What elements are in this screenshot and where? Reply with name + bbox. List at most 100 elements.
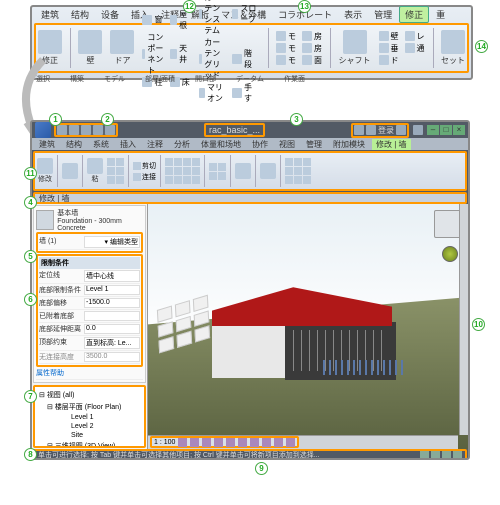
window-button[interactable]: 窗 bbox=[142, 9, 163, 31]
browser-root[interactable]: ⊟ 视图 (all) bbox=[37, 389, 142, 401]
properties-tool[interactable] bbox=[62, 163, 78, 179]
tab-architecture[interactable]: 建筑 bbox=[36, 7, 64, 22]
model-line-button[interactable]: モ bbox=[276, 43, 296, 54]
filter-icon[interactable] bbox=[453, 451, 462, 460]
tab-modify[interactable]: 修正 bbox=[399, 6, 429, 23]
tab-collab[interactable]: 协作 bbox=[248, 139, 272, 150]
slope-button[interactable]: スロープ bbox=[232, 0, 259, 36]
top-constraint-input[interactable]: 直到标高: Le... bbox=[84, 337, 140, 349]
render-icon[interactable] bbox=[226, 438, 235, 447]
tab-manage[interactable]: 管理 bbox=[369, 7, 397, 22]
tab-arch[interactable]: 建筑 bbox=[35, 139, 59, 150]
tab-annot[interactable]: 注释 bbox=[143, 139, 167, 150]
base-constraint-input[interactable]: Level 1 bbox=[84, 285, 140, 295]
modify-button[interactable]: 修正 bbox=[38, 30, 62, 66]
create-tool[interactable] bbox=[260, 163, 276, 179]
redo-icon[interactable] bbox=[93, 125, 103, 135]
close-button[interactable]: × bbox=[453, 125, 465, 135]
crop-icon[interactable] bbox=[238, 438, 247, 447]
base-attached-input[interactable] bbox=[84, 311, 140, 321]
base-extension-input[interactable]: 0.0 bbox=[84, 324, 140, 334]
type-preview-icon[interactable] bbox=[36, 210, 54, 230]
cloud-icon[interactable] bbox=[396, 125, 406, 135]
save-icon[interactable] bbox=[69, 125, 79, 135]
3d-viewport[interactable]: 1 : 100 bbox=[147, 204, 468, 449]
view-cube[interactable] bbox=[434, 210, 462, 238]
sun-path-icon[interactable] bbox=[202, 438, 211, 447]
temp-hide-icon[interactable] bbox=[274, 438, 283, 447]
model-group-button[interactable]: モ bbox=[276, 55, 296, 66]
minimize-button[interactable]: – bbox=[427, 125, 439, 135]
tab-struct[interactable]: 结构 bbox=[62, 139, 86, 150]
cut-geom[interactable]: 剪切 bbox=[133, 161, 156, 171]
shadows-icon[interactable] bbox=[214, 438, 223, 447]
view-site[interactable]: Site bbox=[37, 431, 142, 440]
tab-systems[interactable]: 设备 bbox=[96, 7, 124, 22]
design-options-icon[interactable] bbox=[431, 451, 440, 460]
nav-wheel-icon[interactable] bbox=[442, 246, 458, 262]
constraints-group[interactable]: 限制条件 bbox=[39, 257, 140, 269]
properties-help-link[interactable]: 属性帮助 bbox=[36, 368, 81, 378]
area-button[interactable]: 面 bbox=[302, 55, 322, 66]
ceiling-button[interactable]: 天井 bbox=[170, 32, 191, 76]
view-level2[interactable]: Level 2 bbox=[37, 422, 142, 431]
join-geom[interactable]: 连接 bbox=[133, 172, 156, 182]
tab-mass[interactable]: 体量和场地 bbox=[197, 139, 245, 150]
reveal-icon[interactable] bbox=[286, 438, 295, 447]
callout-9: 9 bbox=[255, 462, 268, 475]
set-button[interactable]: セット bbox=[441, 30, 465, 66]
paste-tool[interactable]: 粘 bbox=[87, 158, 103, 184]
wall-button[interactable]: 壁 bbox=[78, 30, 102, 66]
help-icon[interactable] bbox=[413, 125, 423, 135]
component-button[interactable]: コンポーネント bbox=[142, 32, 163, 76]
crop-region-icon[interactable] bbox=[250, 438, 259, 447]
tab-insert2[interactable]: 插入 bbox=[116, 139, 140, 150]
model-text-button[interactable]: モ bbox=[276, 31, 296, 42]
scale-value[interactable]: 1 : 100 bbox=[154, 439, 175, 446]
room-tag-button[interactable]: 房 bbox=[302, 43, 322, 54]
detail-level-icon[interactable] bbox=[178, 438, 187, 447]
select-links-icon[interactable] bbox=[442, 451, 451, 460]
wall-opening-button[interactable]: 壁 bbox=[379, 31, 399, 42]
type-selector[interactable]: 墙 (1) ▾ 编辑类型 bbox=[39, 235, 140, 250]
user-icon[interactable] bbox=[366, 125, 376, 135]
3d-view-node[interactable]: ⊟ 三维视图 (3D View) bbox=[37, 440, 142, 448]
search-icon[interactable] bbox=[354, 125, 364, 135]
measure-tool[interactable] bbox=[235, 163, 251, 179]
lock-3d-icon[interactable] bbox=[262, 438, 271, 447]
rail-button[interactable]: 手す bbox=[232, 82, 259, 104]
vertical-button[interactable]: 垂 bbox=[379, 43, 399, 54]
mullion-button[interactable]: マリオン bbox=[199, 82, 226, 104]
door-button[interactable]: ドア bbox=[110, 30, 134, 66]
tab-view[interactable]: 表示 bbox=[339, 7, 367, 22]
maximize-button[interactable]: □ bbox=[440, 125, 452, 135]
tab-sys[interactable]: 系统 bbox=[89, 139, 113, 150]
curtain-system-button[interactable]: カーテン システム bbox=[199, 0, 226, 36]
tab-addins[interactable]: 附加模块 bbox=[329, 139, 369, 150]
location-line-input[interactable]: 墙中心线 bbox=[84, 270, 140, 282]
app-menu-icon[interactable] bbox=[35, 122, 51, 138]
tab-manage2[interactable]: 管理 bbox=[302, 139, 326, 150]
level-button[interactable]: レ bbox=[405, 31, 425, 42]
grid-button[interactable]: 通 bbox=[405, 43, 425, 54]
base-offset-input[interactable]: -1500.0 bbox=[84, 298, 140, 308]
login-link[interactable]: 登录 bbox=[378, 125, 394, 136]
workset-icon[interactable] bbox=[420, 451, 429, 460]
vertical-scrollbar[interactable] bbox=[459, 204, 469, 435]
print-icon[interactable] bbox=[105, 125, 115, 135]
tab-view2[interactable]: 视图 bbox=[275, 139, 299, 150]
tab-analyze2[interactable]: 分析 bbox=[170, 139, 194, 150]
undo-icon[interactable] bbox=[81, 125, 91, 135]
floor-plan-node[interactable]: ⊟ 楼层平面 (Floor Plan) bbox=[37, 401, 142, 413]
shaft-button[interactable]: シャフト bbox=[339, 30, 371, 66]
visual-style-icon[interactable] bbox=[190, 438, 199, 447]
callout-5: 5 bbox=[24, 250, 37, 263]
view-level1[interactable]: Level 1 bbox=[37, 413, 142, 422]
tab-modify-wall[interactable]: 修改 | 墙 bbox=[372, 139, 411, 150]
modify-tool[interactable]: 修改 bbox=[37, 158, 53, 184]
room-button[interactable]: 房 bbox=[302, 31, 322, 42]
dormer-button[interactable]: ド bbox=[379, 55, 399, 66]
tab-extra[interactable]: 重 bbox=[431, 7, 450, 22]
tab-structure[interactable]: 结构 bbox=[66, 7, 94, 22]
open-icon[interactable] bbox=[57, 125, 67, 135]
